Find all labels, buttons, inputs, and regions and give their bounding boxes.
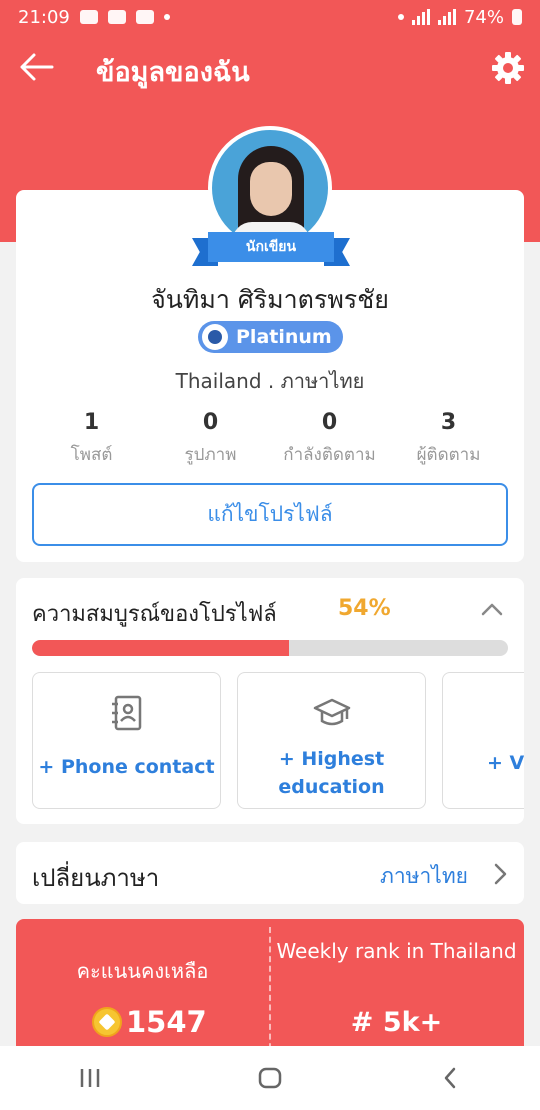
ribbon-label: นักเขียน xyxy=(208,232,334,262)
cloud-icon xyxy=(107,10,126,24)
stat-label: รูปภาพ xyxy=(184,445,237,465)
settings-button[interactable] xyxy=(490,50,526,86)
stat-following[interactable]: 0 กำลังติดตาม xyxy=(270,410,389,468)
profile-stats: 1 โพสต์ 0 รูปภาพ 0 กำลังติดตาม 3 ผู้ติดต… xyxy=(32,410,508,468)
battery-icon xyxy=(512,9,522,25)
recent-apps-icon xyxy=(80,1069,100,1087)
stat-value: 3 xyxy=(440,410,457,435)
completeness-percent: 54% xyxy=(338,596,391,621)
points-value: 1547 xyxy=(126,1005,207,1039)
add-phone-contact-card[interactable]: + Phone contact xyxy=(32,672,221,809)
points-card[interactable]: คะแนนคงเหลือ 1547 Weekly rank in Thailan… xyxy=(16,919,524,1059)
image-icon xyxy=(135,10,154,24)
stat-followers[interactable]: 3 ผู้ติดตาม xyxy=(389,410,508,468)
chevron-right-icon xyxy=(494,863,507,885)
weekly-rank-value: # 5k+ xyxy=(350,1007,443,1038)
user-location: Thailand . ภาษาไทย xyxy=(175,369,365,393)
add-highest-education-card[interactable]: + Highest education xyxy=(237,672,426,809)
gear-icon xyxy=(492,52,524,84)
home-icon xyxy=(258,1067,282,1089)
medal-icon xyxy=(202,324,228,350)
completeness-title: ความสมบูรณ์ของโปรไฟล์ xyxy=(32,602,277,627)
stat-label: โพสต์ xyxy=(70,445,113,465)
points-label: คะแนนคงเหลือ xyxy=(76,959,209,983)
change-language-row[interactable]: เปลี่ยนภาษา ภาษาไทย xyxy=(16,842,524,904)
chevron-up-icon[interactable] xyxy=(480,600,504,618)
coin-icon xyxy=(92,1007,122,1037)
arrow-left-icon xyxy=(20,53,54,81)
stat-value: 1 xyxy=(83,410,100,435)
task-label: + Phone contact xyxy=(38,756,215,778)
task-label: + V xyxy=(487,752,524,774)
more-notifications-icon xyxy=(163,14,170,20)
add-more-card[interactable]: + V xyxy=(442,672,524,809)
home-button[interactable] xyxy=(250,1058,290,1098)
stat-label: กำลังติดตาม xyxy=(283,445,376,465)
contact-book-icon xyxy=(111,695,141,731)
signal-2-icon xyxy=(437,9,456,25)
back-button[interactable] xyxy=(18,52,58,86)
completeness-progress-bar xyxy=(32,640,508,656)
page-title: ข้อมูลของฉัน xyxy=(96,57,250,88)
profile-completeness-card: ความสมบูรณ์ของโปรไฟล์ 54% + Phone contac… xyxy=(16,578,524,824)
writer-ribbon: นักเขียน xyxy=(192,232,350,268)
user-name: จันทิมา ศิริมาตรพรชัย xyxy=(151,285,389,314)
graduation-cap-icon xyxy=(313,698,350,726)
recent-apps-button[interactable] xyxy=(70,1058,110,1098)
task-label: + Highest education xyxy=(278,748,385,798)
chevron-left-icon xyxy=(444,1067,456,1089)
language-value: ภาษาไทย xyxy=(380,864,468,888)
stat-value: 0 xyxy=(202,410,219,435)
signal-icon xyxy=(411,9,430,25)
points-balance: 1547 xyxy=(92,1005,207,1039)
stat-photos[interactable]: 0 รูปภาพ xyxy=(151,410,270,468)
location-icon xyxy=(397,14,404,20)
stat-label: ผู้ติดตาม xyxy=(416,445,481,465)
battery-percent: 74% xyxy=(463,6,504,28)
status-bar: 21:09 74% xyxy=(0,0,540,34)
badge-label: Platinum xyxy=(236,326,332,348)
system-back-button[interactable] xyxy=(430,1058,470,1098)
weekly-rank-label: Weekly rank in Thailand xyxy=(276,939,517,963)
status-time: 21:09 xyxy=(18,6,70,28)
system-nav-bar xyxy=(0,1046,540,1110)
edit-profile-button[interactable]: แก้ไขโปรไฟล์ xyxy=(32,483,508,546)
language-label: เปลี่ยนภาษา xyxy=(32,864,160,892)
platinum-badge[interactable]: Platinum xyxy=(198,321,343,353)
stat-value: 0 xyxy=(321,410,338,435)
stat-posts[interactable]: 1 โพสต์ xyxy=(32,410,151,468)
notification-icon xyxy=(79,10,98,24)
progress-fill xyxy=(32,640,290,656)
